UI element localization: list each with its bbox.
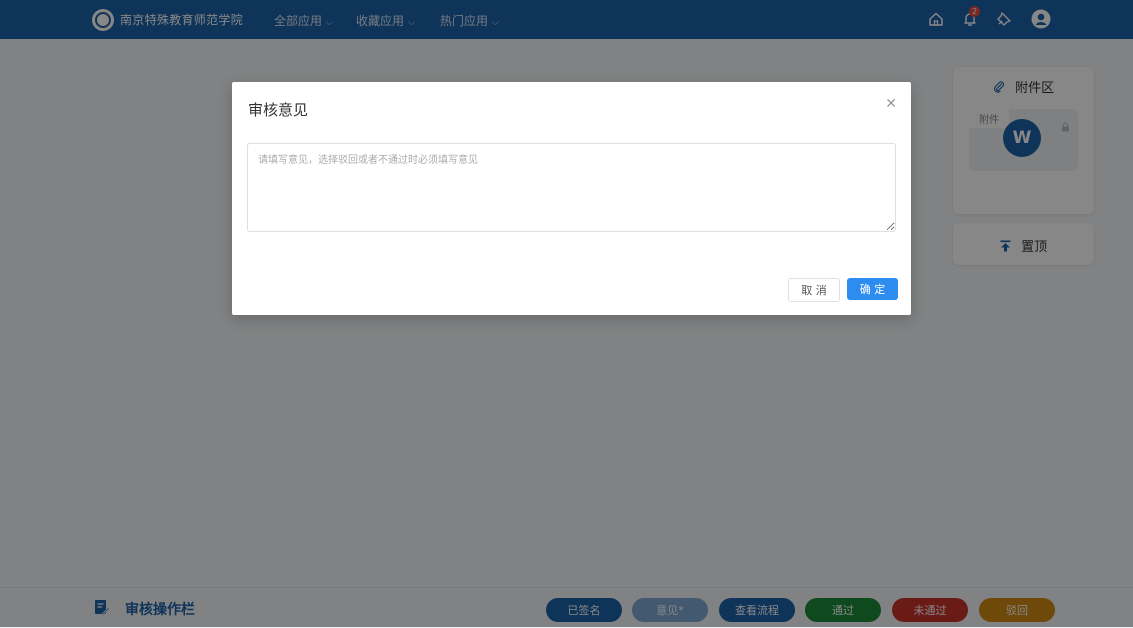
- close-icon[interactable]: ✕: [885, 96, 897, 112]
- opinion-textarea[interactable]: [247, 143, 896, 232]
- confirm-button[interactable]: 确 定: [847, 278, 898, 300]
- dialog-title: 审核意见: [248, 101, 309, 119]
- cancel-button[interactable]: 取 消: [788, 278, 840, 302]
- review-opinion-dialog: 审核意见 ✕ 取 消 确 定: [232, 82, 911, 315]
